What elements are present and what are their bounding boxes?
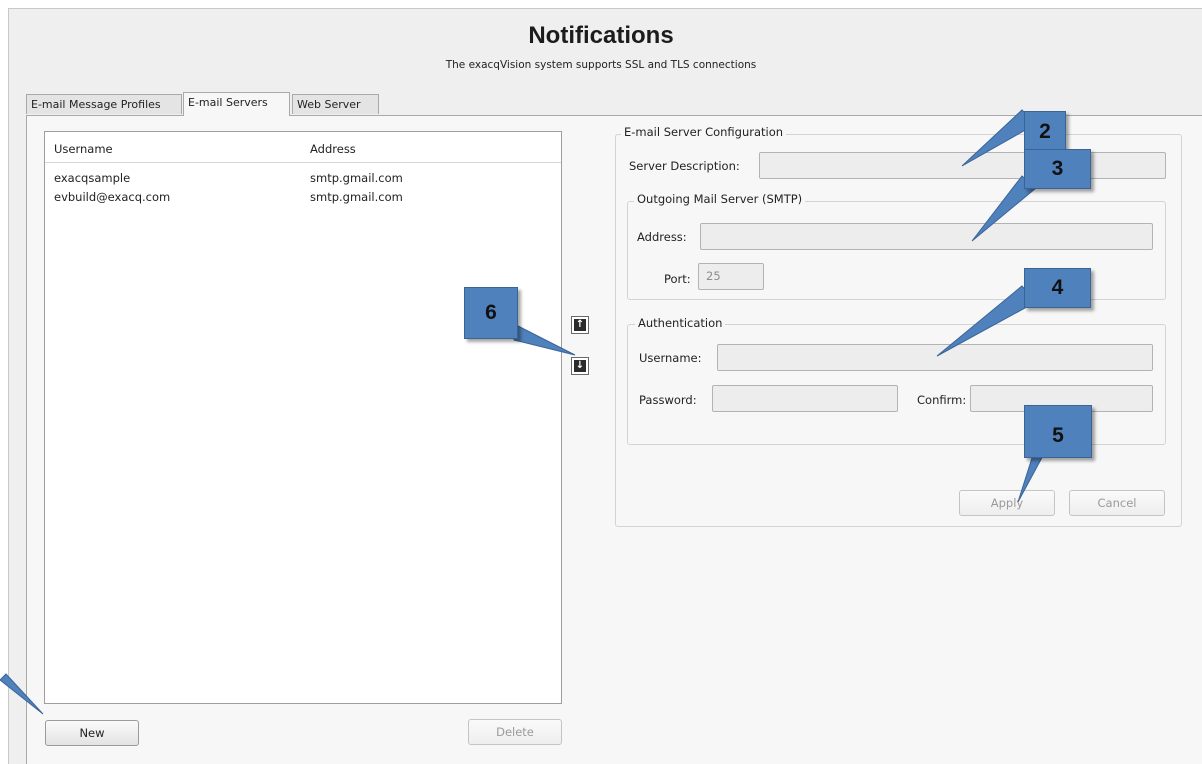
callout-pointers	[0, 109, 1053, 715]
callout-2: 2	[1024, 111, 1066, 152]
callout-3: 3	[1024, 149, 1091, 189]
callout-4: 4	[1024, 268, 1091, 308]
tab-email-servers[interactable]: E-mail Servers	[183, 92, 290, 116]
callout-5: 5	[1024, 405, 1092, 458]
callout-6: 6	[464, 287, 518, 339]
callout-6-pointer	[513, 323, 576, 356]
callout-4-pointer	[936, 285, 1037, 357]
callout-1-pointer	[0, 673, 44, 715]
